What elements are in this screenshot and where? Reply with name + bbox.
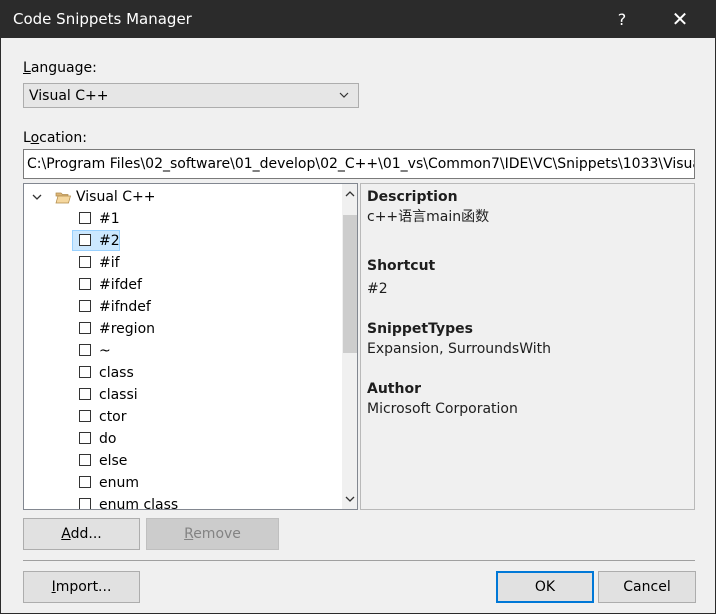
tree-item-label: ~ — [99, 343, 111, 359]
tree-item-ifndef[interactable]: #ifndef — [24, 296, 342, 318]
tree-item-2-selected[interactable]: #2 — [24, 230, 342, 252]
checkbox[interactable] — [79, 300, 91, 312]
tree-item-label: ctor — [99, 409, 127, 425]
tree-item-do[interactable]: do — [24, 428, 342, 450]
ok-button[interactable]: OK — [496, 571, 594, 603]
author-label: Author — [367, 381, 421, 397]
language-label: Language: — [23, 60, 97, 76]
tree-item-label: do — [99, 431, 117, 447]
checkbox[interactable] — [79, 432, 91, 444]
tree-item-class[interactable]: class — [24, 362, 342, 384]
tree-item-1[interactable]: #1 — [24, 208, 342, 230]
checkbox[interactable] — [79, 322, 91, 334]
expand-chevron-icon[interactable] — [32, 192, 42, 202]
scroll-thumb[interactable] — [343, 215, 357, 353]
tree-item-region[interactable]: #region — [24, 318, 342, 340]
language-select[interactable]: Visual C++ — [23, 83, 359, 108]
checkbox[interactable] — [79, 366, 91, 378]
description-label: Description — [367, 189, 458, 205]
checkbox[interactable] — [79, 278, 91, 290]
add-button[interactable]: Add... — [23, 518, 140, 550]
tree-item-classi[interactable]: classi — [24, 384, 342, 406]
tree-item-label: #ifndef — [99, 299, 151, 315]
checkbox[interactable] — [79, 476, 91, 488]
tree-item-ifdef[interactable]: #ifdef — [24, 274, 342, 296]
checkbox[interactable] — [79, 454, 91, 466]
snippet-types-value: Expansion, SurroundsWith — [367, 341, 551, 357]
tree-item-else[interactable]: else — [24, 450, 342, 472]
tree-item-label: #if — [99, 255, 120, 271]
chevron-down-icon — [339, 92, 349, 98]
tree-item-label: #region — [99, 321, 156, 337]
checkbox[interactable] — [79, 256, 91, 268]
scroll-down-icon[interactable] — [342, 489, 358, 509]
tree-item-enum-class[interactable]: enum class — [24, 494, 342, 510]
help-icon: ? — [617, 10, 627, 29]
import-button[interactable]: Import... — [23, 571, 140, 603]
checkbox[interactable] — [79, 234, 91, 246]
tree-item-label: enum — [99, 475, 139, 491]
tree-root-label: Visual C++ — [76, 189, 156, 205]
tree-root-visual-cpp[interactable]: Visual C++ — [24, 186, 342, 208]
location-label: Location: — [23, 130, 87, 146]
tree-item-label: #1 — [99, 211, 120, 227]
cancel-button[interactable]: Cancel — [598, 571, 696, 603]
dialog-title: Code Snippets Manager — [13, 10, 192, 28]
checkbox[interactable] — [79, 498, 91, 509]
shortcut-value: #2 — [367, 281, 388, 297]
location-field[interactable]: C:\Program Files\02_software\01_develop\… — [23, 149, 695, 179]
tree-item-ctor[interactable]: ctor — [24, 406, 342, 428]
language-value: Visual C++ — [29, 88, 109, 104]
title-bar: Code Snippets Manager ? ✕ — [1, 1, 715, 38]
checkbox[interactable] — [79, 388, 91, 400]
tree-item-enum[interactable]: enum — [24, 472, 342, 494]
close-icon: ✕ — [671, 7, 689, 31]
code-snippets-manager-dialog: Code Snippets Manager ? ✕ Language: Visu… — [0, 0, 716, 614]
remove-button[interactable]: Remove — [146, 518, 279, 550]
author-value: Microsoft Corporation — [367, 401, 518, 417]
open-folder-icon — [55, 192, 71, 204]
checkbox[interactable] — [79, 344, 91, 356]
tree-items: #1 #2 #if #ifdef #ifndef #region ~ class… — [24, 208, 342, 510]
divider — [23, 560, 695, 561]
tree-item-tilde[interactable]: ~ — [24, 340, 342, 362]
checkbox[interactable] — [79, 212, 91, 224]
snippet-details-panel: Description c++语言main函数 Shortcut #2 Snip… — [360, 183, 695, 510]
tree-item-label: #2 — [99, 233, 120, 249]
tree-item-label: class — [99, 365, 134, 381]
snippets-tree[interactable]: Visual C++ #1 #2 #if #ifdef #ifndef #reg… — [23, 183, 358, 510]
tree-item-label: else — [99, 453, 128, 469]
tree-item-label: enum class — [99, 497, 179, 510]
snippet-types-label: SnippetTypes — [367, 321, 473, 337]
tree-item-label: #ifdef — [99, 277, 142, 293]
description-value: c++语言main函数 — [367, 209, 490, 225]
location-value: C:\Program Files\02_software\01_develop\… — [27, 156, 695, 172]
help-button[interactable]: ? — [593, 1, 651, 38]
checkbox[interactable] — [79, 410, 91, 422]
close-button[interactable]: ✕ — [651, 1, 709, 38]
shortcut-label: Shortcut — [367, 258, 436, 274]
scroll-up-icon[interactable] — [342, 184, 358, 204]
tree-item-if[interactable]: #if — [24, 252, 342, 274]
tree-item-label: classi — [99, 387, 138, 403]
tree-scrollbar[interactable] — [342, 184, 358, 509]
